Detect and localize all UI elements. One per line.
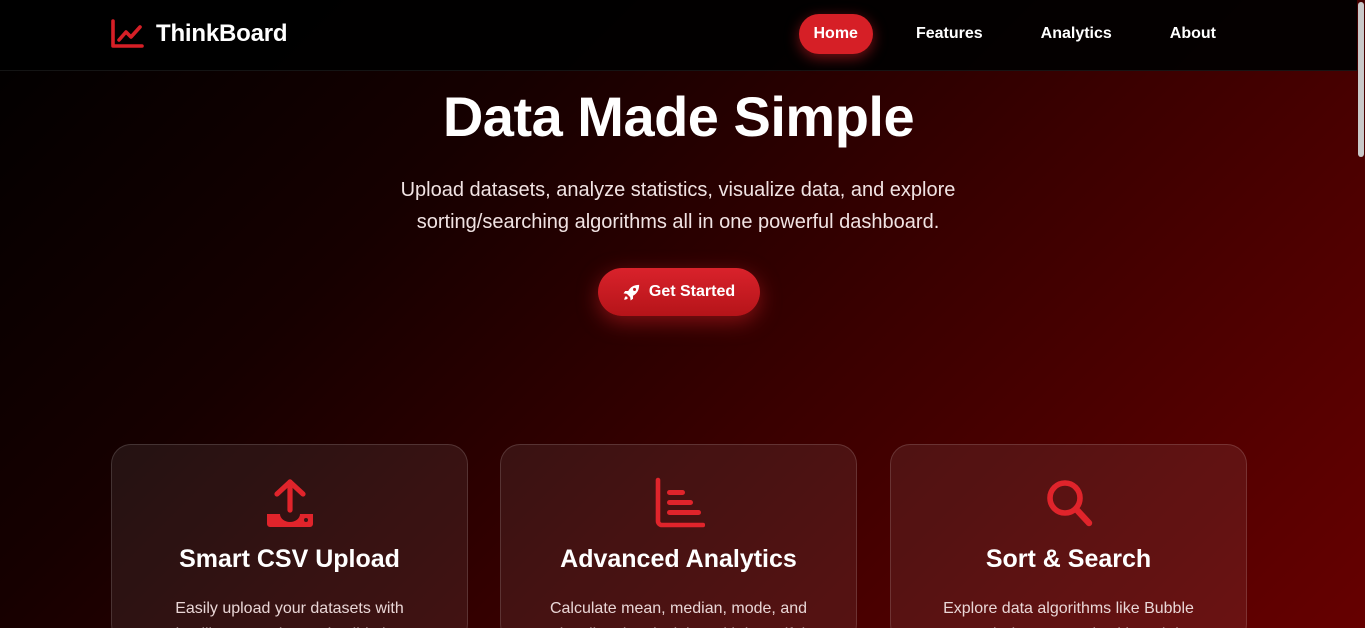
get-started-label: Get Started [648, 283, 736, 300]
feature-description: Easily upload your datasets with intelli… [175, 600, 404, 628]
scrollbar-thumb[interactable] [1358, 2, 1364, 157]
feature-card-analytics[interactable]: Advanced Analytics Calculate mean, media… [500, 444, 857, 628]
feature-card-csv-upload[interactable]: Smart CSV Upload Easily upload your data… [111, 444, 468, 628]
upload-icon [266, 479, 313, 527]
feature-title: Sort & Search [985, 545, 1152, 573]
navbar: ThinkBoard Home Features Analytics About [0, 0, 1357, 71]
hero-subtitle: Upload datasets, analyze statistics, vis… [400, 179, 956, 233]
feature-description: Calculate mean, median, mode, and visual… [549, 600, 808, 628]
nav-analytics[interactable]: Analytics [1026, 14, 1127, 54]
hero-title: Data Made Simple [442, 85, 915, 148]
brand-name: ThinkBoard [156, 20, 288, 47]
feature-description: Explore data algorithms like Bubble Sort… [936, 600, 1201, 628]
bar-chart-icon [655, 477, 705, 528]
nav-menu: Home Features Analytics About [798, 14, 1232, 54]
brand-logo[interactable]: ThinkBoard [110, 18, 288, 50]
chart-line-icon [111, 19, 144, 48]
feature-card-sort-search[interactable]: Sort & Search Explore data algorithms li… [890, 444, 1247, 628]
rocket-icon [623, 284, 640, 300]
get-started-button[interactable]: Get Started [598, 268, 760, 316]
feature-title: Advanced Analytics [560, 545, 797, 573]
nav-home[interactable]: Home [798, 14, 873, 54]
page-scrollbar[interactable] [1357, 0, 1365, 628]
search-icon [1046, 480, 1092, 527]
nav-about[interactable]: About [1155, 14, 1231, 54]
nav-features[interactable]: Features [901, 14, 998, 54]
feature-title: Smart CSV Upload [179, 545, 400, 573]
